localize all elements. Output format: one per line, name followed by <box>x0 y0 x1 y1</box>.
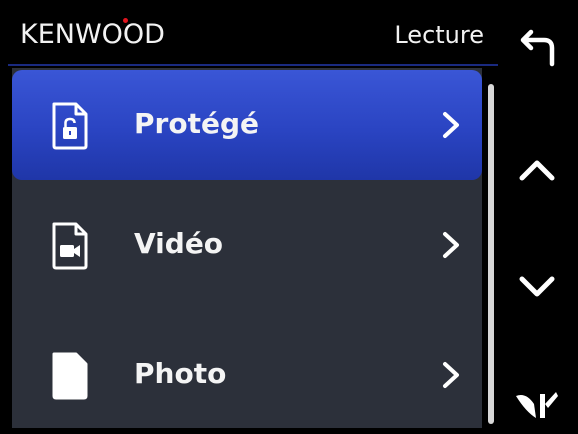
menu-item-label: Photo <box>134 357 227 390</box>
scrollbar[interactable] <box>488 84 494 424</box>
chevron-right-icon <box>443 362 459 388</box>
device-screen: KENWOOD Lecture Protégé Vidéo Photo <box>8 8 570 428</box>
chevron-right-icon <box>443 112 459 138</box>
brand-text: KENWOOD <box>20 19 165 50</box>
photo-file-icon <box>52 352 88 400</box>
protected-file-icon <box>52 102 88 150</box>
menu-item-label: Protégé <box>134 107 259 140</box>
chevron-right-icon <box>443 232 459 258</box>
brand-logo: KENWOOD <box>20 18 165 52</box>
mark-icon[interactable] <box>512 374 562 424</box>
side-button-panel <box>504 8 570 428</box>
file-type-menu: Protégé Vidéo Photo <box>12 68 482 428</box>
chevron-up-icon[interactable] <box>512 144 562 194</box>
menu-item-protected[interactable]: Protégé <box>12 70 482 180</box>
screen-title: Lecture <box>394 21 484 49</box>
menu-item-photo[interactable]: Photo <box>12 320 482 428</box>
video-file-icon <box>52 222 88 270</box>
menu-item-label: Vidéo <box>134 227 224 260</box>
back-arrow-icon[interactable] <box>512 22 562 72</box>
header-bar: KENWOOD Lecture <box>8 8 498 66</box>
brand-red-dot <box>123 18 128 23</box>
chevron-down-icon[interactable] <box>512 262 562 312</box>
menu-item-video[interactable]: Vidéo <box>12 190 482 300</box>
